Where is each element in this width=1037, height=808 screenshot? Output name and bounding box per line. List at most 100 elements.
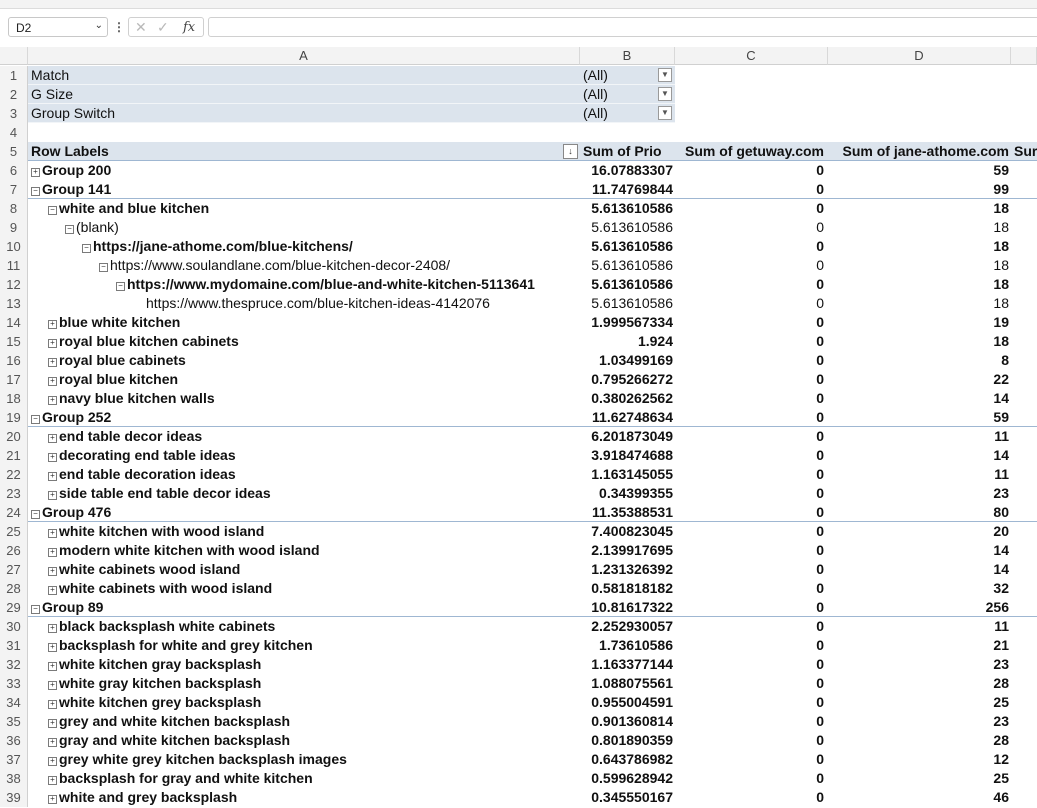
row-label-cell[interactable]: https://www.thespruce.com/blue-kitchen-i… <box>28 294 580 313</box>
cell-e[interactable] <box>1011 294 1037 313</box>
row-number[interactable]: 24 <box>0 503 28 522</box>
expand-icon[interactable]: + <box>48 795 57 804</box>
cell-e[interactable] <box>1011 465 1037 484</box>
expand-icon[interactable]: + <box>48 396 57 405</box>
row-number[interactable]: 36 <box>0 731 28 750</box>
cell-e[interactable] <box>1011 218 1037 237</box>
row-number[interactable]: 34 <box>0 693 28 712</box>
formula-input[interactable] <box>208 17 1037 37</box>
sum-getuway-header[interactable]: Sum of getuway.com <box>675 142 828 161</box>
sum-getuway-cell[interactable]: 0 <box>675 256 828 275</box>
truncated-header[interactable]: Sur <box>1011 142 1037 161</box>
cell-e[interactable] <box>1011 275 1037 294</box>
sum-getuway-cell[interactable]: 0 <box>675 636 828 655</box>
cell-e[interactable] <box>1011 180 1037 199</box>
expand-icon[interactable]: + <box>31 168 40 177</box>
row-number[interactable]: 9 <box>0 218 28 237</box>
cell-e[interactable] <box>1011 313 1037 332</box>
sum-getuway-cell[interactable]: 0 <box>675 750 828 769</box>
sum-prio-cell[interactable]: 2.252930057 <box>580 617 675 636</box>
cell-e[interactable] <box>1011 522 1037 541</box>
sum-prio-cell[interactable]: 0.643786982 <box>580 750 675 769</box>
row-label-cell[interactable]: + end table decoration ideas <box>28 465 580 484</box>
sum-getuway-cell[interactable]: 0 <box>675 769 828 788</box>
cell-e[interactable] <box>1011 541 1037 560</box>
sum-prio-cell[interactable]: 11.62748634 <box>580 408 675 427</box>
collapse-icon[interactable]: − <box>31 510 40 519</box>
cell-e[interactable] <box>1011 332 1037 351</box>
cell-e[interactable] <box>1011 237 1037 256</box>
sum-prio-cell[interactable]: 0.801890359 <box>580 731 675 750</box>
sum-jane-athome-cell[interactable]: 23 <box>828 655 1011 674</box>
row-number[interactable]: 11 <box>0 256 28 275</box>
sum-getuway-cell[interactable]: 0 <box>675 788 828 807</box>
row-number[interactable]: 3 <box>0 104 28 123</box>
sum-jane-athome-cell[interactable]: 23 <box>828 484 1011 503</box>
sum-prio-cell[interactable]: 1.03499169 <box>580 351 675 370</box>
sum-getuway-cell[interactable]: 0 <box>675 465 828 484</box>
row-label-cell[interactable]: + white cabinets wood island <box>28 560 580 579</box>
cell-e[interactable] <box>1011 579 1037 598</box>
sum-jane-athome-cell[interactable]: 23 <box>828 712 1011 731</box>
sum-prio-cell[interactable]: 5.613610586 <box>580 218 675 237</box>
cell-e[interactable] <box>1011 161 1037 180</box>
expand-icon[interactable]: + <box>48 434 57 443</box>
collapse-icon[interactable]: − <box>31 605 40 614</box>
cell-e[interactable] <box>1011 598 1037 617</box>
row-number[interactable]: 32 <box>0 655 28 674</box>
sum-getuway-cell[interactable]: 0 <box>675 332 828 351</box>
sum-getuway-cell[interactable]: 0 <box>675 180 828 199</box>
row-number[interactable]: 7 <box>0 180 28 199</box>
cell-e[interactable] <box>1011 199 1037 218</box>
row-number[interactable]: 31 <box>0 636 28 655</box>
sum-jane-athome-cell[interactable]: 14 <box>828 389 1011 408</box>
cell-e[interactable] <box>1011 655 1037 674</box>
sum-prio-cell[interactable]: 11.74769844 <box>580 180 675 199</box>
sum-jane-athome-cell[interactable]: 18 <box>828 275 1011 294</box>
filter-label[interactable]: G Size <box>28 85 580 104</box>
row-number[interactable]: 10 <box>0 237 28 256</box>
row-number[interactable]: 5 <box>0 142 28 161</box>
row-label-cell[interactable]: − Group 252 <box>28 408 580 427</box>
row-label-cell[interactable]: + grey white grey kitchen backsplash imag… <box>28 750 580 769</box>
filter-label[interactable]: Match <box>28 66 580 85</box>
expand-icon[interactable]: + <box>48 377 57 386</box>
check-icon[interactable]: ✓ <box>157 19 169 36</box>
sum-jane-athome-cell[interactable]: 18 <box>828 199 1011 218</box>
cell-e[interactable] <box>1011 674 1037 693</box>
sort-filter-icon[interactable]: ↓ <box>563 144 578 159</box>
sum-jane-athome-cell[interactable]: 11 <box>828 617 1011 636</box>
row-number[interactable]: 23 <box>0 484 28 503</box>
cell-e[interactable] <box>1011 351 1037 370</box>
sum-jane-athome-cell[interactable]: 25 <box>828 769 1011 788</box>
row-label-cell[interactable]: + Group 200 <box>28 161 580 180</box>
row-label-cell[interactable]: + grey and white kitchen backsplash <box>28 712 580 731</box>
expand-icon[interactable]: + <box>48 681 57 690</box>
row-number[interactable]: 15 <box>0 332 28 351</box>
sum-prio-cell[interactable]: 0.599628942 <box>580 769 675 788</box>
cell-e[interactable] <box>1011 560 1037 579</box>
row-label-cell[interactable]: + white gray kitchen backsplash <box>28 674 580 693</box>
sum-jane-athome-cell[interactable]: 11 <box>828 427 1011 446</box>
row-number[interactable]: 38 <box>0 769 28 788</box>
sum-getuway-cell[interactable]: 0 <box>675 237 828 256</box>
sum-prio-cell[interactable]: 0.795266272 <box>580 370 675 389</box>
sum-jane-athome-cell[interactable]: 11 <box>828 465 1011 484</box>
sum-getuway-cell[interactable]: 0 <box>675 351 828 370</box>
sum-getuway-cell[interactable]: 0 <box>675 408 828 427</box>
sum-prio-cell[interactable]: 3.918474688 <box>580 446 675 465</box>
sum-getuway-cell[interactable]: 0 <box>675 199 828 218</box>
column-header-e[interactable] <box>1011 47 1037 65</box>
row-number[interactable]: 13 <box>0 294 28 313</box>
cell-e[interactable] <box>1011 427 1037 446</box>
row-label-cell[interactable]: + gray and white kitchen backsplash <box>28 731 580 750</box>
column-header-c[interactable]: C <box>675 47 828 65</box>
expand-icon[interactable]: + <box>48 453 57 462</box>
sum-prio-cell[interactable]: 11.35388531 <box>580 503 675 522</box>
sum-jane-athome-cell[interactable]: 28 <box>828 731 1011 750</box>
row-label-cell[interactable]: + backsplash for gray and white kitchen <box>28 769 580 788</box>
row-number[interactable]: 33 <box>0 674 28 693</box>
sum-getuway-cell[interactable]: 0 <box>675 161 828 180</box>
expand-icon[interactable]: + <box>48 586 57 595</box>
row-number[interactable]: 2 <box>0 85 28 104</box>
